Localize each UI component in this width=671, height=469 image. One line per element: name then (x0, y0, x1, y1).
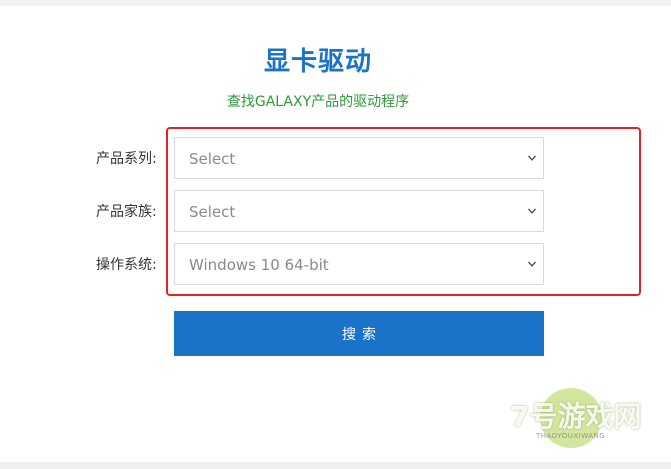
watermark-subtext: THAOYOUXIWANG (536, 432, 606, 440)
bottom-strip (0, 462, 671, 469)
search-button[interactable]: 搜索 (174, 311, 544, 356)
highlight-annotation-box (166, 127, 641, 296)
page-title: 显卡驱动 (263, 47, 372, 77)
watermark-text: 7号游戏网 (510, 400, 642, 433)
page-subtitle: 查找GALAXY产品的驱动程序 (226, 94, 410, 110)
product-series-label: 产品系列: (96, 151, 157, 167)
watermark-logo: 7号游戏网 THAOYOUXIWANG (504, 388, 644, 448)
operating-system-label: 操作系统: (96, 257, 157, 273)
top-strip (0, 0, 671, 6)
product-family-label: 产品家族: (96, 204, 157, 220)
